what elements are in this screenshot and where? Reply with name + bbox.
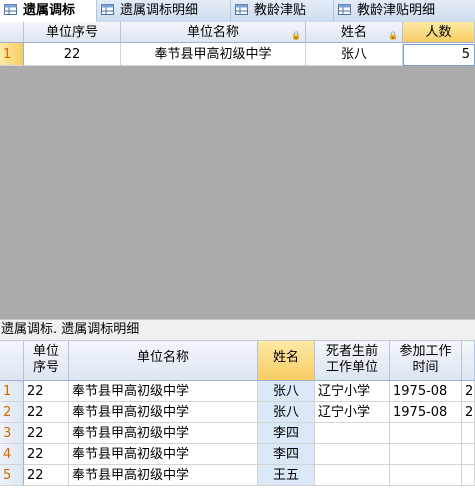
column-header-unit-name[interactable]: 单位名称 🔒 [121,22,306,43]
cell-truncated[interactable] [462,423,475,444]
tab-yishu-tiaobiao-mingxi[interactable]: 遗属调标明细 [97,0,231,22]
cell-unit-no[interactable]: 22 [24,402,69,423]
row-number[interactable]: 1 [0,43,24,66]
detail-grid: 单位 序号 单位名称 姓名 死者生前 工作单位 参加工作 时间 1 22 奉节县甲高… [0,341,475,489]
cell-unit-no[interactable]: 22 [24,423,69,444]
cell-name[interactable]: 张八 [258,381,315,402]
tab-jiaoling-jintie[interactable]: 教龄津贴 [231,0,334,22]
column-header-name[interactable]: 姓名 🔒 [306,22,403,43]
column-header-unit-no[interactable]: 单位 序号 [24,341,69,381]
cell-unit-no[interactable]: 22 [24,381,69,402]
column-header-truncated[interactable] [462,341,475,381]
cell-truncated[interactable] [462,465,475,486]
cell-unit-name[interactable]: 奉节县甲高初级中学 [121,43,306,66]
cell-unit-name[interactable]: 奉节县甲高初级中学 [69,423,258,444]
row-number[interactable]: 4 [0,444,24,465]
tab-label: 教龄津贴 [254,3,307,18]
table-icon [338,4,351,15]
corner-header[interactable] [0,341,24,381]
sheet-tab-bar: 遗属调标 遗属调标明细 教龄津贴 教龄津贴明细 [0,0,475,23]
cell-work-start-time[interactable]: 1975-08 [390,381,462,402]
column-header-unit-no[interactable]: 单位序号 [24,22,121,43]
empty-grid-area [0,66,475,319]
tab-label: 遗属调标 [23,3,76,18]
detail-caption: 遗属调标. 遗属调标明细 [0,319,475,341]
master-grid: 单位序号 单位名称 🔒 姓名 🔒 人数 1 22 奉节县甲高初级中学 张八 5 [0,22,475,66]
tab-yishu-tiaobiao[interactable]: 遗属调标 [0,0,97,22]
header-label: 单位名称 [186,25,239,40]
cell-truncated[interactable]: 2 [462,402,475,423]
cell-unit-name[interactable]: 奉节县甲高初级中学 [69,402,258,423]
cell-work-start-time[interactable] [390,465,462,486]
cell-unit-name[interactable]: 奉节县甲高初级中学 [69,381,258,402]
tab-jiaoling-jintie-mingxi[interactable]: 教龄津贴明细 [334,0,475,22]
cell-truncated[interactable] [462,444,475,465]
row-number[interactable]: 1 [0,381,24,402]
cell-unit-name[interactable]: 奉节县甲高初级中学 [69,465,258,486]
column-header-work-start-time[interactable]: 参加工作 时间 [390,341,462,381]
corner-header[interactable] [0,22,24,43]
cell-work-start-time[interactable] [390,423,462,444]
table-icon [235,4,248,15]
tab-label: 遗属调标明细 [120,3,199,18]
cell-work-start-time[interactable]: 1975-08 [390,402,462,423]
cell-deceased-workplace[interactable] [315,444,390,465]
cell-truncated[interactable]: 2 [462,381,475,402]
cell-deceased-workplace[interactable]: 辽宁小学 [315,402,390,423]
tab-label: 教龄津贴明细 [357,3,436,18]
cell-name[interactable]: 王五 [258,465,315,486]
cell-name[interactable]: 张八 [306,43,403,66]
cell-unit-name[interactable]: 奉节县甲高初级中学 [69,444,258,465]
cell-unit-no[interactable]: 22 [24,444,69,465]
row-number[interactable]: 3 [0,423,24,444]
cell-deceased-workplace[interactable]: 辽宁小学 [315,381,390,402]
cell-work-start-time[interactable] [390,444,462,465]
cell-deceased-workplace[interactable] [315,465,390,486]
column-header-unit-name[interactable]: 单位名称 [69,341,258,381]
row-number[interactable]: 5 [0,465,24,486]
table-icon [101,4,114,15]
column-header-name[interactable]: 姓名 [258,341,315,381]
lock-icon: 🔒 [291,31,301,40]
cell-unit-no[interactable]: 22 [24,43,121,66]
header-label: 姓名 [340,25,367,40]
cell-count-editor[interactable]: 5 [403,44,475,66]
column-header-deceased-workplace[interactable]: 死者生前 工作单位 [315,341,390,381]
lock-icon: 🔒 [388,31,398,40]
cell-unit-no[interactable]: 22 [24,465,69,486]
cell-name[interactable]: 张八 [258,402,315,423]
cell-deceased-workplace[interactable] [315,423,390,444]
cell-name[interactable]: 李四 [258,444,315,465]
cell-name[interactable]: 李四 [258,423,315,444]
column-header-count[interactable]: 人数 [403,22,475,43]
row-number[interactable]: 2 [0,402,24,423]
table-icon [4,4,17,15]
